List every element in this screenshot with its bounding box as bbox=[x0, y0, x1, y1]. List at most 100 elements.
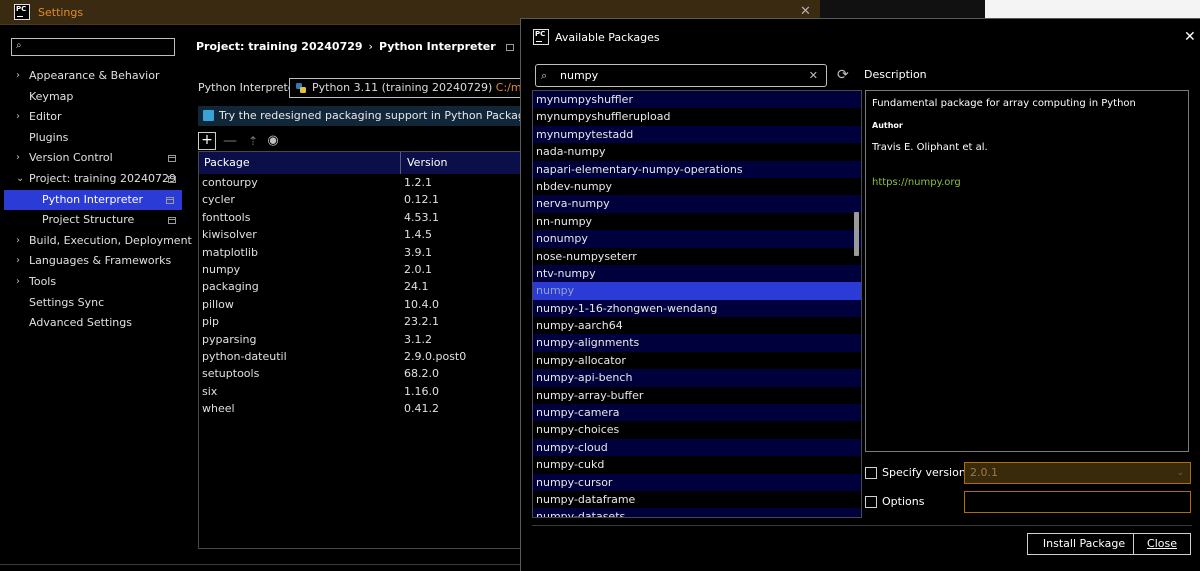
remove-package-icon[interactable]: — bbox=[221, 132, 239, 150]
table-row[interactable]: kiwisolver 1.4.5 bbox=[199, 226, 520, 243]
settings-close-icon[interactable]: ✕ bbox=[800, 4, 811, 19]
table-row[interactable]: cycler 0.12.1 bbox=[199, 191, 520, 208]
table-row[interactable]: six 1.16.0 bbox=[199, 383, 520, 400]
package-name-cell: matplotlib bbox=[202, 245, 258, 259]
package-version-cell: 1.16.0 bbox=[404, 384, 439, 398]
table-row[interactable]: setuptools 68.2.0 bbox=[199, 365, 520, 382]
version-select[interactable]: 2.0.1 ⌄ bbox=[964, 462, 1191, 484]
sidebar-item-tools[interactable]: › Tools bbox=[0, 272, 184, 293]
sidebar-item-project-training-20240729[interactable]: ⌄ Project: training 20240729 bbox=[0, 169, 184, 190]
sidebar-item-appearance-behavior[interactable]: › Appearance & Behavior bbox=[0, 66, 184, 87]
sidebar-item-label: Settings Sync bbox=[29, 295, 105, 309]
list-item[interactable]: nerva-numpy bbox=[533, 195, 861, 213]
package-name-cell: wheel bbox=[202, 402, 235, 416]
sidebar-item-plugins[interactable]: Plugins bbox=[0, 128, 184, 149]
table-row[interactable]: python-dateutil 2.9.0.post0 bbox=[199, 348, 520, 365]
chevron-right-icon[interactable]: › bbox=[16, 66, 20, 87]
sidebar-item-version-control[interactable]: › Version Control bbox=[0, 148, 184, 169]
list-item[interactable]: nn-numpy bbox=[533, 212, 861, 231]
list-item[interactable]: numpy-cursor bbox=[533, 473, 861, 491]
list-item[interactable]: numpy-choices bbox=[533, 421, 861, 439]
table-row[interactable]: packaging 24.1 bbox=[199, 278, 520, 295]
list-item[interactable]: numpy-dataframe bbox=[533, 490, 861, 509]
table-row[interactable]: wheel 0.41.2 bbox=[199, 400, 520, 417]
list-item[interactable]: nada-numpy bbox=[533, 143, 861, 161]
package-homepage-link[interactable]: https://numpy.org bbox=[872, 177, 961, 188]
sidebar-item-label: Editor bbox=[29, 110, 62, 124]
specify-version-checkbox[interactable] bbox=[865, 467, 877, 479]
refresh-icon[interactable]: ⟳ bbox=[837, 67, 849, 83]
list-item[interactable]: numpy-aarch64 bbox=[533, 317, 861, 335]
column-header-package[interactable]: Package bbox=[199, 152, 401, 174]
package-name-cell: pyparsing bbox=[202, 332, 257, 346]
chevron-right-icon[interactable]: › bbox=[16, 272, 20, 293]
list-item[interactable]: numpy-alignments bbox=[533, 334, 861, 352]
table-row[interactable]: matplotlib 3.9.1 bbox=[199, 244, 520, 261]
sidebar-item-keymap[interactable]: Keymap bbox=[0, 87, 184, 108]
package-name-cell: numpy bbox=[202, 262, 241, 276]
list-item[interactable]: numpy-1-16-zhongwen-wendang bbox=[533, 299, 861, 318]
sidebar-item-project-structure[interactable]: Project Structure bbox=[0, 210, 184, 231]
sidebar-item-python-interpreter[interactable]: Python Interpreter bbox=[4, 189, 182, 211]
list-item[interactable]: nose-numpyseterr bbox=[533, 247, 861, 265]
list-item[interactable]: numpy-cloud bbox=[533, 438, 861, 457]
project-scope-icon bbox=[168, 175, 176, 183]
specify-version-label[interactable]: Specify version bbox=[882, 466, 966, 479]
settings-search-input[interactable]: ⌕ bbox=[11, 38, 175, 56]
chevron-right-icon[interactable]: › bbox=[16, 107, 20, 128]
package-name-cell: pip bbox=[202, 315, 220, 329]
show-early-releases-icon[interactable]: ◉ bbox=[264, 132, 282, 150]
dialog-footer-divider bbox=[532, 525, 1192, 526]
list-item[interactable]: mynumpytestadd bbox=[533, 125, 861, 144]
package-version-cell: 0.41.2 bbox=[404, 402, 439, 416]
table-row[interactable]: pillow 10.4.0 bbox=[199, 296, 520, 313]
install-package-button[interactable]: Install Package bbox=[1027, 533, 1141, 555]
table-row[interactable]: pyparsing 3.1.2 bbox=[199, 331, 520, 348]
list-item[interactable]: numpy bbox=[533, 282, 861, 300]
table-row[interactable]: fonttools 4.53.1 bbox=[199, 209, 520, 226]
list-item[interactable]: numpy-camera bbox=[533, 404, 861, 422]
sidebar-item-settings-sync[interactable]: Settings Sync bbox=[0, 293, 184, 314]
list-item[interactable]: nonumpy bbox=[533, 230, 861, 248]
table-row[interactable]: pip 23.2.1 bbox=[199, 313, 520, 330]
sidebar-item-languages-frameworks[interactable]: › Languages & Frameworks bbox=[0, 251, 184, 272]
list-item[interactable]: numpy-allocator bbox=[533, 351, 861, 370]
sidebar-item-build-execution-deployment[interactable]: › Build, Execution, Deployment bbox=[0, 231, 192, 252]
package-name-cell: six bbox=[202, 384, 218, 398]
upgrade-package-icon[interactable]: ⇡ bbox=[244, 132, 262, 150]
sidebar-item-advanced-settings[interactable]: Advanced Settings bbox=[0, 313, 184, 334]
available-packages-dialog: PC Available Packages ✕ ⌕ numpy ✕ ⟳ mynu… bbox=[520, 18, 1200, 571]
options-label[interactable]: Options bbox=[882, 495, 924, 508]
clear-search-icon[interactable]: ✕ bbox=[809, 65, 818, 86]
breadcrumb: Project: training 20240729 › Python Interp… bbox=[196, 40, 514, 53]
options-input[interactable] bbox=[964, 491, 1191, 513]
list-item[interactable]: mynumpyshuffler bbox=[533, 91, 861, 109]
packaging-banner[interactable]: Try the redesigned packaging support in … bbox=[198, 106, 520, 126]
list-item[interactable]: numpy-api-bench bbox=[533, 369, 861, 387]
list-item[interactable]: napari-elementary-numpy-operations bbox=[533, 160, 861, 178]
column-header-version[interactable]: Version bbox=[401, 152, 447, 174]
list-item[interactable]: nbdev-numpy bbox=[533, 177, 861, 196]
options-checkbox[interactable] bbox=[865, 496, 877, 508]
list-item[interactable]: numpy-array-buffer bbox=[533, 386, 861, 405]
table-row[interactable]: numpy 2.0.1 bbox=[199, 261, 520, 278]
dialog-titlebar: PC Available Packages ✕ bbox=[521, 19, 1200, 57]
close-button[interactable]: Close bbox=[1133, 533, 1191, 555]
sidebar-item-editor[interactable]: › Editor bbox=[0, 107, 184, 128]
chevron-right-icon[interactable]: › bbox=[16, 148, 20, 169]
chevron-down-icon[interactable]: ⌄ bbox=[16, 169, 24, 190]
package-version-cell: 2.9.0.post0 bbox=[404, 349, 467, 363]
list-item[interactable]: mynumpyshufflerupload bbox=[533, 108, 861, 126]
chevron-right-icon[interactable]: › bbox=[16, 251, 20, 272]
package-search-input[interactable]: ⌕ numpy ✕ bbox=[535, 64, 827, 87]
dialog-close-icon[interactable]: ✕ bbox=[1184, 29, 1196, 45]
list-item[interactable]: numpy-datasets bbox=[533, 508, 861, 517]
list-item[interactable]: numpy-cukd bbox=[533, 456, 861, 474]
add-package-icon[interactable]: + bbox=[198, 132, 216, 150]
table-row[interactable]: contourpy 1.2.1 bbox=[199, 174, 520, 191]
list-scrollbar-thumb[interactable] bbox=[854, 212, 859, 256]
interpreter-select[interactable]: Python 3.11 (training 20240729) C:/mypyt… bbox=[289, 78, 529, 98]
list-scrollbar[interactable] bbox=[853, 91, 861, 517]
list-item[interactable]: ntv-numpy bbox=[533, 264, 861, 283]
chevron-right-icon[interactable]: › bbox=[16, 231, 20, 252]
